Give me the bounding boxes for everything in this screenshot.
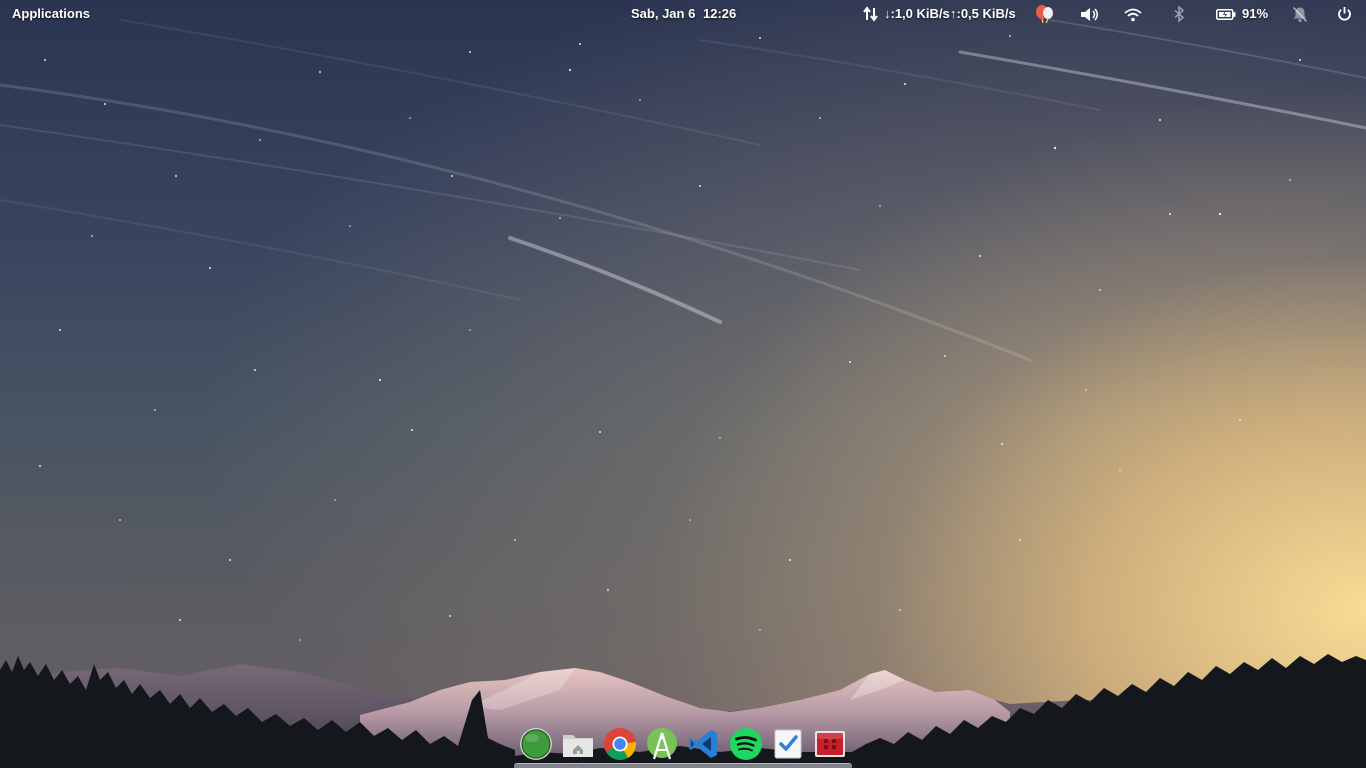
battery-percentage[interactable]: 91% xyxy=(1242,0,1268,28)
panel-clock[interactable]: 12:26 xyxy=(703,0,736,28)
tasks-check-icon xyxy=(774,729,802,759)
green-orb-icon xyxy=(520,728,552,760)
desktop[interactable]: Applications Sab, Jan 6 12:26 ↓:1,0 KiB/… xyxy=(0,0,1366,768)
bluetooth-icon[interactable] xyxy=(1173,6,1185,22)
network-transfer-icon[interactable] xyxy=(862,6,880,22)
android-studio-icon xyxy=(647,728,677,760)
wallpaper-image xyxy=(0,19,1366,768)
dock-item-google-chrome[interactable] xyxy=(602,726,638,762)
dock-item-files[interactable] xyxy=(560,726,596,762)
dock xyxy=(514,722,852,768)
panel-date[interactable]: Sab, Jan 6 xyxy=(631,0,695,28)
dock-item-vscode[interactable] xyxy=(686,726,722,762)
network-download-speed[interactable]: ↓:1,0 KiB/s xyxy=(884,0,950,28)
indicator-app-icon[interactable] xyxy=(1034,4,1056,24)
dock-background xyxy=(514,763,852,768)
home-folder-icon xyxy=(563,735,593,757)
vscode-icon xyxy=(689,730,717,758)
chrome-icon xyxy=(604,728,637,760)
network-upload-speed[interactable]: ↑:0,5 KiB/s xyxy=(950,0,1016,28)
battery-icon[interactable] xyxy=(1216,9,1236,20)
dock-item-red-app[interactable] xyxy=(812,726,848,762)
volume-icon[interactable] xyxy=(1080,7,1100,22)
top-panel: Applications Sab, Jan 6 12:26 ↓:1,0 KiB/… xyxy=(0,0,1366,28)
dock-item-tasks[interactable] xyxy=(770,726,806,762)
dock-item-android-studio[interactable] xyxy=(644,726,680,762)
red-app-icon xyxy=(815,731,845,757)
spotify-icon xyxy=(730,728,762,760)
power-icon[interactable] xyxy=(1337,6,1352,22)
dock-item-spotify[interactable] xyxy=(728,726,764,762)
applications-menu-button[interactable]: Applications xyxy=(12,0,90,28)
dock-item-green-orb[interactable] xyxy=(518,726,554,762)
wifi-icon[interactable] xyxy=(1124,8,1142,22)
notifications-muted-icon[interactable] xyxy=(1292,6,1308,23)
